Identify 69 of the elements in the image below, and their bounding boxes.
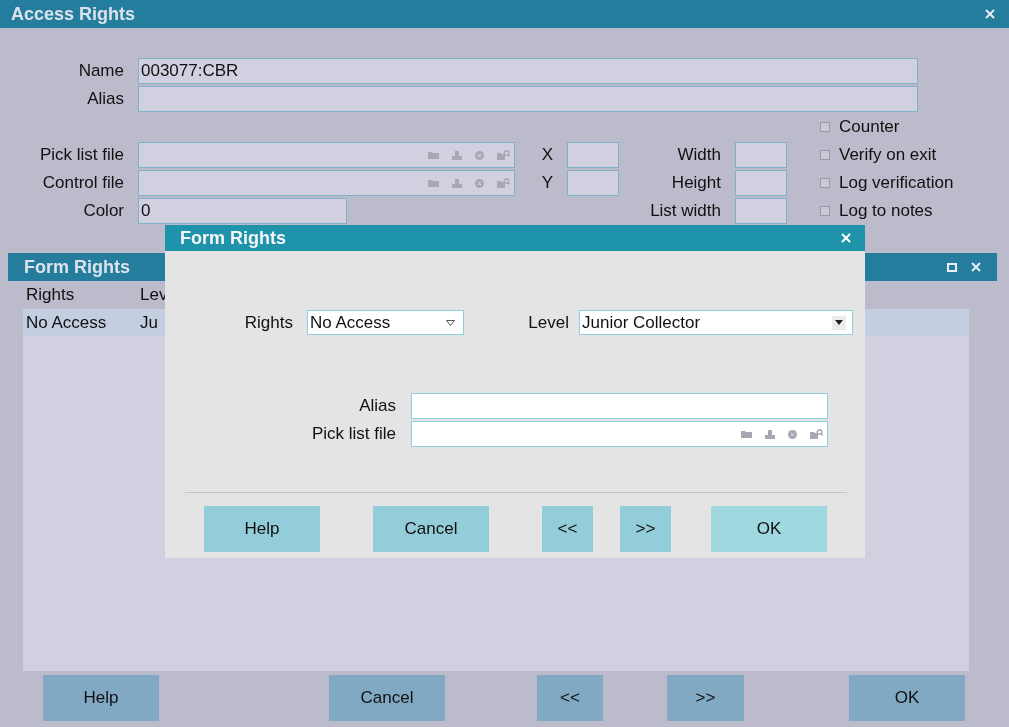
caret-icon xyxy=(446,319,455,326)
alias-field[interactable] xyxy=(411,393,828,419)
text-field[interactable]: 003077:CBR xyxy=(138,58,918,84)
level-dropdown[interactable]: Junior Collector xyxy=(579,310,853,335)
tray-icon[interactable] xyxy=(452,178,462,188)
clear-icon[interactable] xyxy=(788,429,797,439)
dialog-title: Form Rights xyxy=(180,227,286,249)
position-field[interactable] xyxy=(567,170,619,196)
checkbox-label: Log to notes xyxy=(839,201,933,221)
dialog-button[interactable]: << xyxy=(537,675,603,721)
checkbox-label: Log verification xyxy=(839,173,954,193)
checkbox[interactable] xyxy=(820,178,830,188)
file-field[interactable] xyxy=(411,421,828,447)
folder-search-icon[interactable] xyxy=(497,150,510,160)
dialog-button[interactable]: Cancel xyxy=(373,506,489,552)
folder-icon[interactable] xyxy=(428,179,439,187)
field-label: Height xyxy=(670,173,721,193)
dialog-button[interactable]: Help xyxy=(43,675,159,721)
checkbox-label: Verify on exit xyxy=(839,145,937,165)
dialog-button[interactable]: Help xyxy=(204,506,320,552)
field-label: Alias xyxy=(358,396,396,416)
tray-icon[interactable] xyxy=(452,150,462,160)
clear-icon[interactable] xyxy=(475,178,484,188)
checkbox[interactable] xyxy=(820,122,830,132)
text-field[interactable] xyxy=(138,86,918,112)
field-label: Width xyxy=(676,145,721,165)
size-field[interactable] xyxy=(735,142,787,168)
table-cell-text: No Access xyxy=(25,312,108,333)
dialog-button[interactable]: << xyxy=(542,506,593,552)
column-header: Rights xyxy=(25,285,76,305)
close-icon[interactable] xyxy=(971,262,981,272)
field-label: Pick list file xyxy=(310,424,396,444)
dialog-button[interactable]: OK xyxy=(849,675,965,721)
color-field[interactable]: 0 xyxy=(138,198,347,224)
file-field[interactable] xyxy=(138,170,515,196)
position-field[interactable] xyxy=(567,142,619,168)
folder-search-icon[interactable] xyxy=(497,178,510,188)
tray-icon[interactable] xyxy=(765,429,775,439)
file-field[interactable] xyxy=(138,142,515,168)
field-label: Alias xyxy=(86,89,124,109)
field-label: Name xyxy=(77,61,124,81)
checkbox[interactable] xyxy=(820,150,830,160)
folder-icon[interactable] xyxy=(428,151,439,159)
field-label: Control file xyxy=(41,173,124,193)
field-label: Pick list file xyxy=(38,145,124,165)
maximize-icon[interactable] xyxy=(947,262,957,272)
window-title: Access Rights xyxy=(11,3,136,25)
close-icon[interactable] xyxy=(985,9,995,19)
field-label: X xyxy=(540,145,553,165)
field-label: Level xyxy=(527,312,569,333)
field-label: Rights xyxy=(243,312,293,333)
checkbox[interactable] xyxy=(820,206,830,216)
field-label: Color xyxy=(82,201,124,221)
checkbox-label: Counter xyxy=(839,117,900,137)
table-cell-text: Ju xyxy=(140,312,159,333)
field-label: Y xyxy=(540,173,553,193)
panel-title: Form Rights xyxy=(24,256,130,278)
size-field[interactable] xyxy=(735,198,787,224)
dialog-button[interactable]: >> xyxy=(667,675,744,721)
rights-dropdown[interactable]: No Access xyxy=(307,310,464,335)
size-field[interactable] xyxy=(735,170,787,196)
dialog-button[interactable]: OK xyxy=(711,506,827,552)
field-label: List width xyxy=(649,201,721,221)
folder-icon[interactable] xyxy=(741,430,752,438)
dialog-button[interactable]: Cancel xyxy=(329,675,445,721)
dialog-button[interactable]: >> xyxy=(620,506,671,552)
folder-search-icon[interactable] xyxy=(810,429,823,439)
clear-icon[interactable] xyxy=(475,150,484,160)
caret-icon xyxy=(835,320,843,325)
